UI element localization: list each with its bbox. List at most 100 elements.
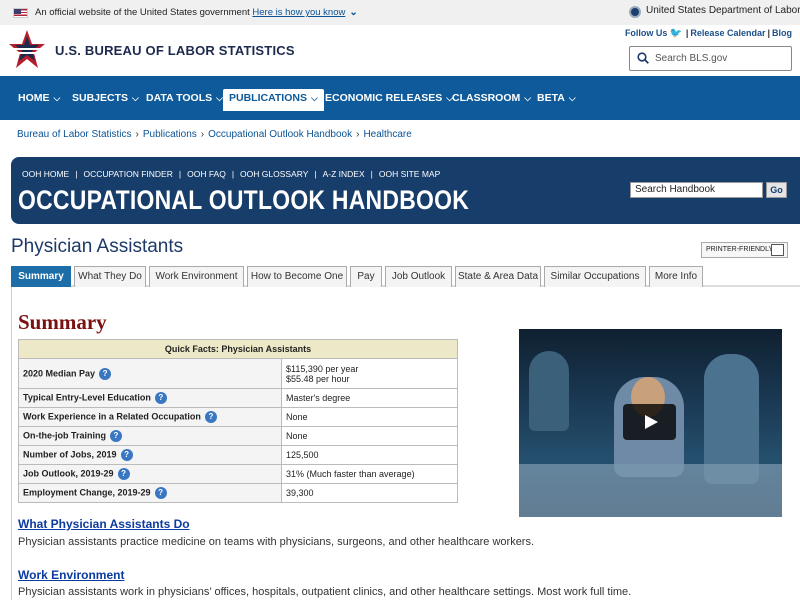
az-index-link[interactable]: A-Z INDEX — [323, 169, 365, 179]
work-experience-label: Work Experience in a Related Occupation — [23, 411, 201, 422]
printer-icon — [771, 244, 784, 256]
nav-data-tools[interactable]: DATA TOOLS ⌵ — [146, 89, 223, 111]
number-of-jobs-label: Number of Jobs, 2019 — [23, 449, 117, 460]
quick-facts-table: Quick Facts: Physician Assistants 2020 M… — [18, 339, 458, 503]
ooh-faq-link[interactable]: OOH FAQ — [187, 169, 226, 179]
breadcrumb-bls[interactable]: Bureau of Labor Statistics — [17, 129, 132, 140]
section-link-what-they-do[interactable]: What Physician Assistants Do — [18, 517, 190, 531]
tab-summary[interactable]: Summary — [11, 266, 71, 287]
row-value: $115,390 per year $55.48 per hour — [281, 358, 458, 389]
release-calendar-link[interactable]: Release Calendar — [690, 28, 765, 38]
ooh-site-map-link[interactable]: OOH SITE MAP — [379, 169, 440, 179]
tab-work-environment[interactable]: Work Environment — [149, 266, 244, 287]
video-player[interactable] — [519, 329, 782, 517]
printer-friendly-button[interactable]: PRINTER-FRIENDLY — [701, 242, 788, 258]
help-icon[interactable]: ? — [99, 367, 112, 380]
divider: | — [685, 28, 689, 38]
help-icon[interactable]: ? — [154, 487, 167, 499]
page-title: Physician Assistants — [11, 236, 184, 257]
nav-subjects-label: SUBJECTS — [72, 92, 129, 104]
help-icon[interactable]: ? — [117, 468, 130, 480]
median-pay-label: 2020 Median Pay — [23, 367, 96, 378]
handbook-search-input[interactable]: Search Handbook — [630, 182, 763, 198]
nav-beta[interactable]: BETA ⌵ — [537, 89, 576, 111]
tab-similar-occupations[interactable]: Similar Occupations — [544, 266, 646, 287]
section-text: Physician assistants practice medicine o… — [18, 536, 535, 548]
tab-state-area-data[interactable]: State & Area Data — [455, 266, 541, 287]
bls-logo[interactable] — [8, 28, 46, 72]
occupation-finder-link[interactable]: OCCUPATION FINDER — [83, 169, 172, 179]
row-value: Master's degree — [281, 388, 458, 408]
main-nav: HOME ⌵ SUBJECTS ⌵ DATA TOOLS ⌵ PUBLICATIONS… — [0, 76, 800, 120]
search-icon[interactable] — [637, 52, 649, 64]
divider: | — [370, 169, 373, 179]
chevron-down-icon: ⌵ — [53, 93, 61, 103]
table-row: Job Outlook, 2019-29? 31% (Much faster t… — [18, 464, 458, 484]
chevron-down-icon: ⌵ — [568, 93, 576, 103]
handbook-go-button[interactable]: Go — [766, 182, 787, 198]
median-pay-hourly: $55.48 per hour — [286, 373, 350, 384]
training-label: On-the-job Training — [23, 430, 106, 441]
help-icon[interactable]: ? — [120, 449, 133, 461]
nav-subjects[interactable]: SUBJECTS ⌵ — [72, 89, 139, 111]
row-value: 39,300 — [281, 483, 458, 503]
row-label: Typical Entry-Level Education? — [18, 388, 282, 408]
chevron-right-icon: › — [135, 129, 139, 140]
divider: | — [314, 169, 317, 179]
help-icon[interactable]: ? — [204, 411, 217, 423]
table-row: Employment Change, 2019-29? 39,300 — [18, 483, 458, 503]
twitter-icon[interactable]: 🐦 — [669, 28, 681, 39]
section-text: Physician assistants work in physicians’… — [18, 586, 632, 598]
table-row: Typical Entry-Level Education? Master's … — [18, 388, 458, 408]
job-outlook-label: Job Outlook, 2019-29 — [23, 468, 114, 479]
quick-facts-caption: Quick Facts: Physician Assistants — [18, 339, 458, 359]
ooh-home-link[interactable]: OOH HOME — [22, 169, 69, 179]
chevron-down-icon: ⌵ — [132, 93, 139, 103]
tab-more-info[interactable]: More Info — [649, 266, 703, 287]
row-value: None — [281, 407, 458, 427]
nav-home-label: HOME — [18, 92, 50, 104]
nav-publications-label: PUBLICATIONS — [229, 92, 307, 104]
median-pay-yearly: $115,390 per year — [286, 363, 359, 374]
header-links: Follow Us 🐦 | Release Calendar | Blog — [625, 28, 792, 39]
tab-how-to-become-one[interactable]: How to Become One — [247, 266, 347, 287]
play-icon[interactable] — [623, 404, 676, 440]
divider: | — [178, 169, 182, 179]
ooh-title[interactable]: OCCUPATIONAL OUTLOOK HANDBOOK — [18, 185, 469, 216]
tab-what-they-do[interactable]: What They Do — [74, 266, 146, 287]
search-placeholder: Search BLS.gov — [655, 53, 728, 64]
tab-job-outlook[interactable]: Job Outlook — [385, 266, 452, 287]
help-icon[interactable]: ? — [110, 430, 122, 442]
table-row: Work Experience in a Related Occupation?… — [18, 407, 458, 427]
row-value: None — [281, 426, 458, 446]
divider: | — [231, 169, 235, 179]
breadcrumb-ooh[interactable]: Occupational Outlook Handbook — [208, 129, 352, 140]
section-link-work-environment[interactable]: Work Environment — [18, 568, 124, 582]
chevron-right-icon: › — [200, 129, 205, 140]
chevron-down-icon: ⌵ — [216, 93, 223, 103]
breadcrumb-publications[interactable]: Publications — [143, 129, 197, 140]
row-label: Work Experience in a Related Occupation? — [18, 407, 282, 427]
nav-publications[interactable]: PUBLICATIONS ⌵ — [223, 89, 324, 111]
gov-banner-label: An official website of the United States… — [35, 7, 250, 18]
us-flag-icon — [13, 8, 28, 18]
follow-us-label: Follow Us — [624, 28, 668, 38]
help-icon[interactable]: ? — [154, 392, 167, 404]
nav-classroom[interactable]: CLASSROOM ⌵ — [452, 89, 531, 111]
nav-home[interactable]: HOME ⌵ — [18, 89, 60, 111]
agency-name[interactable]: U.S. BUREAU OF LABOR STATISTICS — [55, 43, 295, 58]
row-label: Job Outlook, 2019-29? — [18, 464, 282, 484]
how-you-know-link[interactable]: Here is how you know — [252, 7, 345, 18]
ooh-glossary-link[interactable]: OOH GLOSSARY — [240, 169, 308, 179]
divider: | — [75, 169, 78, 179]
printer-friendly-label: PRINTER-FRIENDLY — [706, 246, 774, 253]
breadcrumb-healthcare[interactable]: Healthcare — [363, 129, 411, 140]
blog-link[interactable]: Blog — [772, 28, 792, 38]
search-input[interactable]: Search BLS.gov — [629, 46, 792, 71]
dol-link[interactable]: United States Department of Labor — [646, 5, 800, 16]
nav-beta-label: BETA — [537, 92, 565, 104]
gov-banner-text: An official website of the United States… — [35, 7, 358, 18]
chevron-down-icon[interactable]: ⌄ — [349, 7, 357, 18]
nav-economic-releases[interactable]: ECONOMIC RELEASES ⌵ — [325, 89, 453, 111]
tab-pay[interactable]: Pay — [350, 266, 382, 287]
